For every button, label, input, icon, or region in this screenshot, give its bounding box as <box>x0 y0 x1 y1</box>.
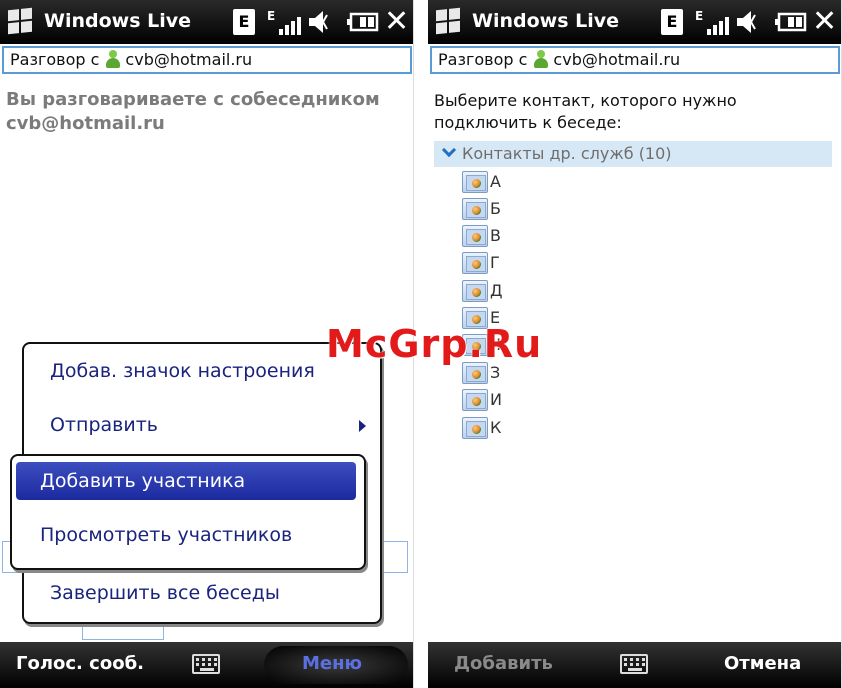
to-bar-contact: cvb@hotmail.ru <box>553 50 681 69</box>
add-participant-menu-item[interactable]: Добавить участника <box>16 462 356 500</box>
contact-card-icon <box>462 225 488 247</box>
volume-muted-icon[interactable] <box>305 9 335 35</box>
contact-card-icon <box>462 389 488 411</box>
add-emoticon-menu-item[interactable]: Добав. значок настроения <box>50 360 315 382</box>
watermark: McGrp.Ru <box>326 322 543 366</box>
softkey-bar: Голос. сооб. Меню <box>0 642 413 688</box>
contacts-group-header[interactable]: Контакты др. служб (10) <box>434 141 832 167</box>
keyboard-icon[interactable] <box>620 654 648 674</box>
to-bar-contact: cvb@hotmail.ru <box>125 50 253 69</box>
contact-card-icon <box>462 417 488 439</box>
contact-name: Д <box>490 281 503 300</box>
contact-name: К <box>490 418 502 437</box>
close-icon[interactable]: ✕ <box>812 7 838 37</box>
battery-icon <box>775 9 809 35</box>
softkey-bar: Добавить Отмена <box>428 642 841 688</box>
contact-name: Г <box>490 253 500 272</box>
app-title: Windows Live <box>44 10 192 32</box>
title-bar: Windows Live E E ✕ <box>0 0 413 44</box>
conversation-status-text: Вы разговариваете с собеседником cvb@hot… <box>6 89 380 134</box>
end-all-conversations-menu-item[interactable]: Завершить все беседы <box>50 582 280 604</box>
view-participants-label: Просмотреть участников <box>40 524 293 546</box>
to-bar-prefix: Разговор с <box>438 50 528 69</box>
signal-strength-icon: E <box>267 9 301 35</box>
conversation-to-bar: Разговор с cvb@hotmail.ru <box>430 46 840 74</box>
add-softkey[interactable]: Добавить <box>454 653 553 674</box>
online-contact-icon <box>533 50 549 68</box>
to-bar-prefix: Разговор с <box>10 50 100 69</box>
contacts-group-label: Контакты др. служб (10) <box>462 144 672 163</box>
online-contact-icon <box>105 50 121 68</box>
send-menu-item[interactable]: Отправить <box>50 414 380 440</box>
cancel-softkey[interactable]: Отмена <box>724 653 801 674</box>
windows-logo-icon[interactable] <box>8 7 32 35</box>
submenu-arrow-icon <box>359 420 366 432</box>
contact-name: А <box>490 172 501 191</box>
voice-message-softkey[interactable]: Голос. сооб. <box>16 653 144 674</box>
view-participants-menu-item[interactable]: Просмотреть участников <box>40 524 292 546</box>
contact-card-icon <box>462 252 488 274</box>
edge-network-icon: E <box>233 9 255 35</box>
contact-name: И <box>490 390 502 409</box>
volume-muted-icon[interactable] <box>733 9 763 35</box>
add-emoticon-label: Добав. значок настроения <box>50 360 315 382</box>
add-participant-label: Добавить участника <box>40 470 246 492</box>
conversation-to-bar: Разговор с cvb@hotmail.ru <box>2 46 412 74</box>
signal-strength-icon: E <box>695 9 729 35</box>
select-contact-prompt: Выберите контакт, которого нужно подключ… <box>434 91 737 132</box>
end-all-conversations-label: Завершить все беседы <box>50 582 280 604</box>
contact-card-icon <box>462 198 488 220</box>
battery-icon <box>347 9 381 35</box>
title-bar: Windows Live E E ✕ <box>428 0 841 44</box>
chevron-down-icon <box>441 142 457 158</box>
app-title: Windows Live <box>472 10 620 32</box>
edge-network-icon: E <box>661 9 683 35</box>
contact-card-icon <box>462 171 488 193</box>
contact-name: В <box>490 226 501 245</box>
send-label: Отправить <box>50 414 158 436</box>
participants-submenu: Добавить участника Просмотреть участнико… <box>10 454 366 570</box>
contact-card-icon <box>462 280 488 302</box>
contact-name: Б <box>490 199 501 218</box>
windows-logo-icon[interactable] <box>436 7 460 35</box>
close-icon[interactable]: ✕ <box>384 7 410 37</box>
keyboard-icon[interactable] <box>192 654 220 674</box>
menu-softkey[interactable]: Меню <box>302 653 362 674</box>
